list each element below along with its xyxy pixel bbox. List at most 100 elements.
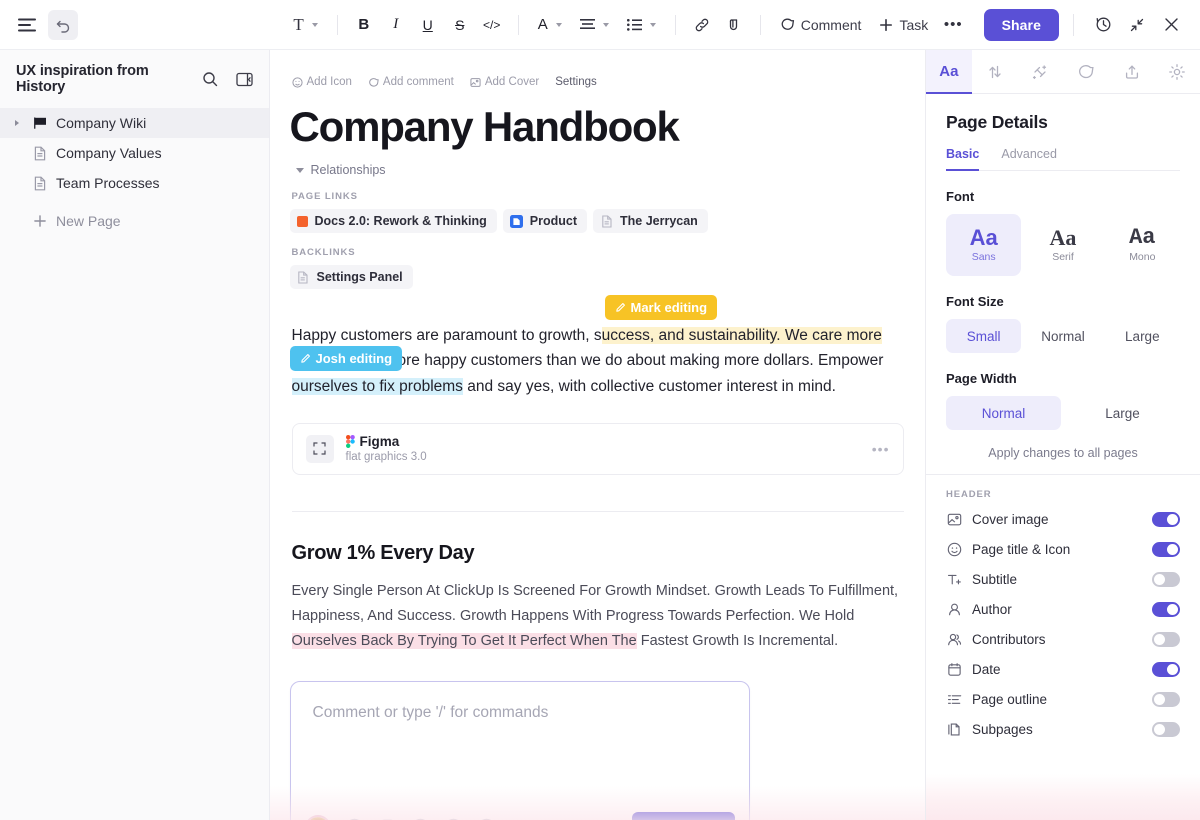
font-size-small[interactable]: Small [946,319,1022,353]
font-option-sans[interactable]: Aa Sans [946,214,1022,276]
toggle-panel-icon[interactable] [229,64,259,94]
section-paragraph[interactable]: Every Single Person At ClickUp Is Screen… [291,579,904,655]
toggle-row-subpages[interactable]: Subpages [946,714,1180,744]
insert-icon[interactable] [719,10,749,40]
toolbar-divider-3 [674,14,676,35]
embed-card-figma[interactable]: Figma flat graphics 3.0 ••• [291,422,904,475]
toggle-switch-date[interactable] [1152,661,1180,677]
embed-subtitle: flat graphics 3.0 [345,451,427,464]
toggle-row-page-title-icon[interactable]: Page title & Icon [946,534,1180,564]
strikethrough-button[interactable]: S [445,10,475,40]
toggle-row-subtitle[interactable]: Subtitle [946,564,1180,594]
page-link-chip[interactable]: Product [502,209,587,234]
toggle-row-contributors[interactable]: Contributors [946,624,1180,654]
share-button[interactable]: Share [983,8,1059,41]
add-icon-button[interactable]: Add Icon [291,76,352,88]
toolbar-right-group: Share [983,8,1200,41]
sidebar-item-team-processes[interactable]: Team Processes [0,168,269,198]
relationships-toggle[interactable]: Relationships [295,163,908,177]
align-button[interactable] [572,10,617,40]
gear-icon[interactable] [1154,50,1200,93]
font-size-normal[interactable]: Normal [1025,319,1100,353]
sidebar-list: Company Wiki Company Values Team Process… [0,102,269,236]
chevron-right-icon[interactable] [10,120,24,126]
bold-button[interactable]: B [349,10,379,40]
toggle-switch-subpages[interactable] [1152,721,1180,737]
italic-button[interactable]: I [381,10,411,40]
toggle-row-cover-image[interactable]: Cover image [946,504,1180,534]
sidebar-item-company-values[interactable]: Company Values [0,138,269,168]
toggle-row-author[interactable]: Author [946,594,1180,624]
section-paragraph-highlight-pink: Ourselves Back By Trying To Get It Perfe… [291,633,637,650]
add-cover-button[interactable]: Add Cover [470,76,539,88]
sidebar-item-label: Company Values [56,145,162,161]
font-color-button[interactable]: A [530,10,570,40]
toggle-switch-page-outline[interactable] [1152,691,1180,707]
page-title: Company Handbook [289,103,680,150]
backlink-chip[interactable]: Settings Panel [289,265,413,290]
right-panel-tabs: Aa [926,50,1200,94]
page-width-normal[interactable]: Normal [946,396,1061,430]
tab-page-details[interactable]: Aa [926,50,972,94]
sidebar-item-label: New Page [56,213,121,229]
toggle-row-protect-page[interactable]: Protect this page [946,801,1180,816]
comment-button[interactable]: Comment [772,10,870,40]
comment-submit-button[interactable]: COMMENT [631,811,735,820]
shortcut-icon[interactable] [373,813,403,820]
tab-ai[interactable] [1017,50,1063,93]
subtab-advanced[interactable]: Advanced [1001,147,1057,170]
page-link-chip[interactable]: Docs 2.0: Rework & Thinking [289,209,497,234]
mention-icon[interactable] [340,813,370,820]
attachment-icon[interactable] [591,813,621,820]
toggle-row-date[interactable]: Date [946,654,1180,684]
toggle-label: Subpages [972,721,1033,737]
toggle-switch-protect-page[interactable] [1152,801,1180,816]
history-icon[interactable] [1088,10,1118,40]
toggle-switch-subtitle[interactable] [1152,571,1180,587]
record-icon[interactable] [472,813,502,820]
sidebar-item-new-page[interactable]: New Page [0,206,269,236]
add-comment-button[interactable]: Add comment [368,76,454,88]
bullet-list-icon [626,18,642,31]
more-options-button[interactable]: ••• [938,10,968,40]
search-icon[interactable] [195,64,225,94]
link-icon[interactable] [687,10,717,40]
slash-command-icon[interactable] [439,813,469,820]
undo-icon[interactable] [48,9,78,40]
document-area: Add Icon Add comment Add Cover Settings … [270,50,925,820]
comment-icon [780,17,795,32]
settings-button[interactable]: Settings [555,76,597,88]
underline-button[interactable]: U [413,10,443,40]
toggle-row-page-outline[interactable]: Page outline [946,684,1180,714]
task-button[interactable]: Task [871,10,936,40]
doc-icon [32,145,48,161]
hamburger-icon[interactable] [12,10,42,40]
font-option-mono[interactable]: Aa Mono [1105,214,1180,276]
font-size-large[interactable]: Large [1105,319,1180,353]
toggle-switch-author[interactable] [1152,601,1180,617]
user-avatar[interactable] [304,814,331,820]
toggle-switch-contributors[interactable] [1152,631,1180,647]
close-icon[interactable] [1156,10,1186,40]
comment-input[interactable]: Comment or type '/' for commands [291,682,749,801]
code-button[interactable]: </> [477,10,507,40]
sidebar-item-company-wiki[interactable]: Company Wiki [0,108,269,138]
paragraph-segment: ore happy customers than we do about mak… [397,352,884,370]
toggle-switch-cover-image[interactable] [1152,511,1180,527]
collapse-icon[interactable] [1122,10,1152,40]
text-style-button[interactable]: T [285,10,325,40]
pencil-icon [300,353,311,364]
toolbar-divider [336,14,338,35]
emoji-icon[interactable] [406,813,436,820]
subtab-basic[interactable]: Basic [946,147,980,171]
tab-share-export[interactable] [1109,50,1155,93]
page-link-chip[interactable]: The Jerrycan [593,209,708,234]
more-dots-icon[interactable]: ••• [872,441,890,457]
list-button[interactable] [619,10,664,40]
toggle-switch-page-title-icon[interactable] [1152,541,1180,557]
tab-comments[interactable] [1063,50,1109,93]
font-option-serif[interactable]: Aa Serif [1025,214,1100,276]
apply-to-all-pages-link[interactable]: Apply changes to all pages [946,446,1180,460]
tab-relationships[interactable] [972,50,1018,93]
page-width-large[interactable]: Large [1065,396,1180,430]
